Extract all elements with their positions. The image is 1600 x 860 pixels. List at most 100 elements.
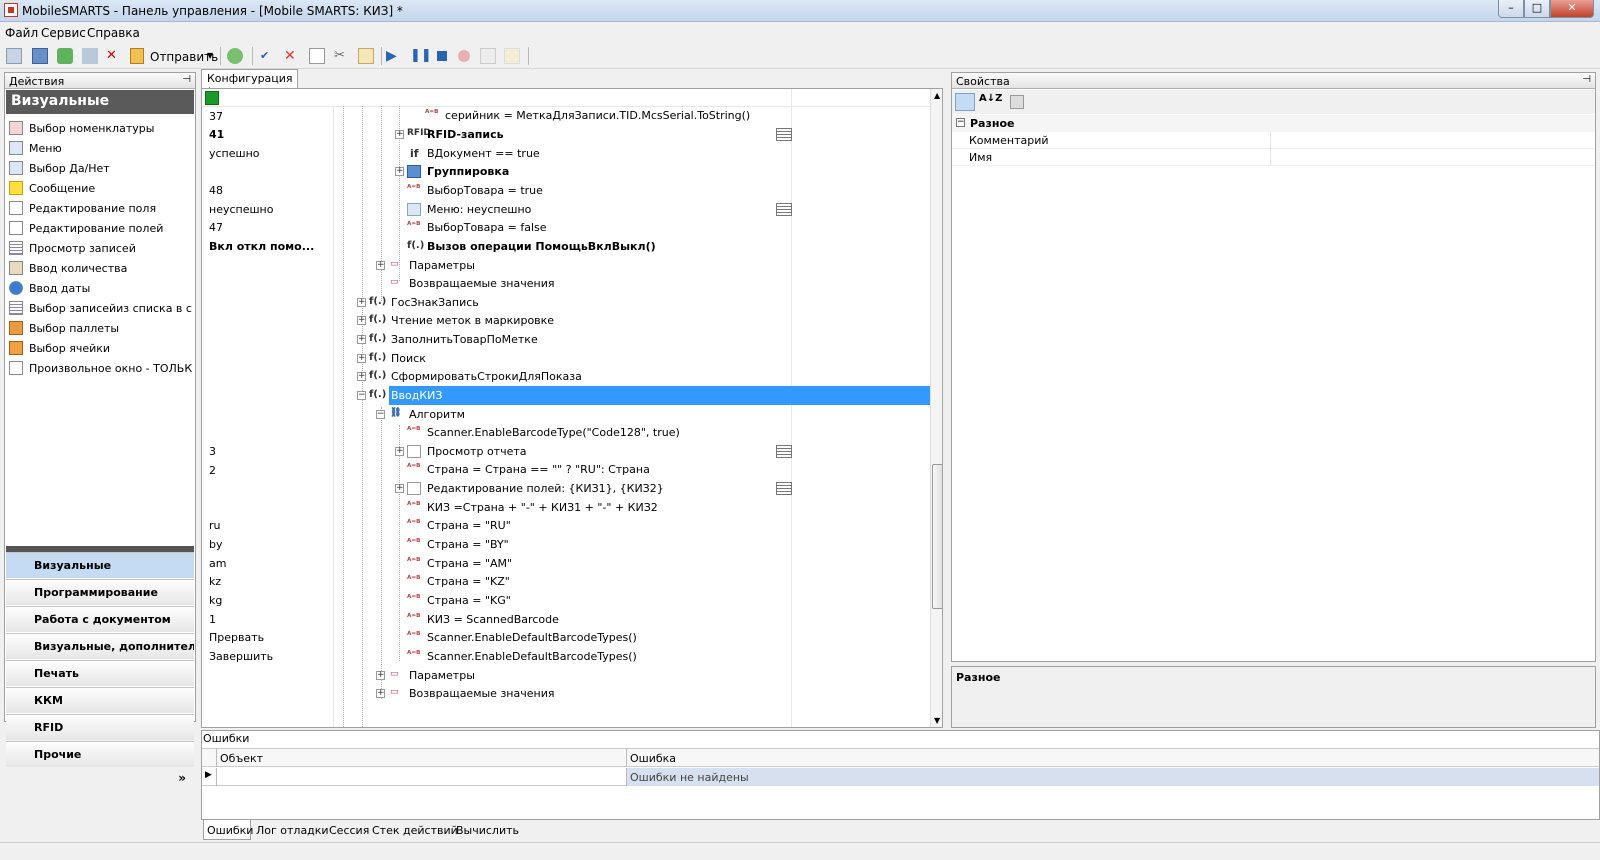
tree-node[interactable]: if ВДокумент == true: [202, 144, 942, 163]
tree-node[interactable]: ᴬ⁼ᴮ КИЗ = ScannedBarcode: [202, 610, 942, 629]
categorized-icon[interactable]: [955, 93, 975, 111]
category-visual[interactable]: Визуальные: [6, 552, 194, 578]
action-item[interactable]: Просмотр записей: [9, 239, 193, 258]
tree-node[interactable]: + f(.) СформироватьСтрокиДляПоказа: [202, 367, 942, 386]
expand-icon[interactable]: +: [376, 671, 385, 680]
action-item[interactable]: Выбор записейиз списка в сп...: [9, 299, 193, 318]
tree-node[interactable]: ᴬ⁼ᴮ Страна = "BY": [202, 535, 942, 554]
collapse-icon[interactable]: −: [956, 118, 965, 127]
more-categories-button[interactable]: »: [6, 771, 194, 791]
refresh-icon[interactable]: [57, 48, 73, 64]
paste-icon[interactable]: [358, 48, 374, 64]
table-icon[interactable]: [776, 128, 792, 141]
expand-icon[interactable]: +: [395, 484, 404, 493]
action-item[interactable]: Выбор ячейки: [9, 339, 193, 358]
vertical-scrollbar[interactable]: ▲ ▼: [930, 89, 942, 727]
expand-icon[interactable]: +: [376, 261, 385, 270]
action-item[interactable]: Редактирование полей: [9, 219, 193, 238]
delete-icon[interactable]: ✕: [284, 48, 300, 64]
pin-icon[interactable]: ⊣: [1582, 74, 1591, 85]
collapse-icon[interactable]: −: [357, 391, 366, 400]
expand-icon[interactable]: +: [357, 372, 366, 381]
action-item[interactable]: Ввод количества: [9, 259, 193, 278]
tree-node[interactable]: ᴬ⁼ᴮ Страна = "KG": [202, 591, 942, 610]
category-document[interactable]: Работа с документом: [6, 606, 194, 632]
action-item[interactable]: Ввод даты: [9, 279, 193, 298]
tab-evaluate[interactable]: Вычислить: [456, 824, 519, 837]
tree-node[interactable]: + f(.) Поиск: [202, 349, 942, 368]
category-other[interactable]: Прочие: [6, 741, 194, 767]
expand-icon[interactable]: +: [357, 316, 366, 325]
tree-node[interactable]: + RFID RFID-запись: [202, 125, 942, 144]
save-icon[interactable]: [6, 48, 22, 64]
tree-node[interactable]: ᴬ⁼ᴮ Scanner.EnableDefaultBarcodeTypes(): [202, 647, 942, 666]
column-object[interactable]: Объект: [220, 752, 263, 765]
tab-session[interactable]: Сессия: [329, 824, 369, 837]
action-item[interactable]: Выбор паллеты: [9, 319, 193, 338]
sort-alphabetical-icon[interactable]: A↓Z: [979, 93, 1002, 104]
collapse-icon[interactable]: −: [376, 410, 385, 419]
menu-service[interactable]: Сервис: [41, 26, 86, 40]
scrollbar-thumb[interactable]: [932, 464, 942, 609]
maximize-button[interactable]: □: [1524, 0, 1550, 18]
menu-file[interactable]: Файл: [5, 26, 38, 40]
minimize-button[interactable]: –: [1498, 0, 1524, 18]
tree-node[interactable]: ᴬ⁼ᴮ Страна = "AM": [202, 554, 942, 573]
category-visual-extra[interactable]: Визуальные, дополнительные: [6, 633, 194, 659]
tree-node[interactable]: + Просмотр отчета: [202, 442, 942, 461]
column-error[interactable]: Ошибка: [630, 752, 676, 765]
table-row[interactable]: ▶ Ошибки не найдены: [202, 768, 1599, 786]
table-icon[interactable]: [776, 445, 792, 458]
tree-node[interactable]: ᴬ⁼ᴮ Scanner.EnableBarcodeType("Code128", …: [202, 423, 942, 442]
spell-check-icon[interactable]: ✔: [260, 48, 276, 64]
step-over-icon[interactable]: [504, 48, 520, 64]
connect-icon[interactable]: [227, 48, 243, 64]
tree-node[interactable]: Меню: неуспешно: [202, 200, 942, 219]
property-pages-icon[interactable]: [1010, 95, 1024, 109]
tree-node[interactable]: + f(.) Чтение меток в маркировке: [202, 311, 942, 330]
expand-icon[interactable]: +: [395, 130, 404, 139]
delete-doc-icon[interactable]: ✕: [106, 48, 122, 64]
table-icon[interactable]: [776, 482, 792, 495]
stop-icon[interactable]: [434, 48, 450, 64]
back-icon[interactable]: [205, 91, 219, 105]
scroll-up-icon[interactable]: ▲: [934, 91, 940, 100]
action-item[interactable]: Сообщение: [9, 179, 193, 198]
tree-node[interactable]: + f(.) ГосЗнакЗапись: [202, 293, 942, 312]
tree-node[interactable]: ᴬ⁼ᴮ серийник = МеткаДляЗаписи.TID.McsSeri…: [202, 106, 942, 125]
expand-icon[interactable]: +: [357, 335, 366, 344]
tree-node[interactable]: ᴬ⁼ᴮ Страна = "KZ": [202, 572, 942, 591]
tree-node[interactable]: ▭ Возвращаемые значения: [202, 274, 942, 293]
tree-node[interactable]: + ▭ Возвращаемые значения: [202, 684, 942, 703]
tree-node[interactable]: + ▭ Параметры: [202, 666, 942, 685]
save-all-icon[interactable]: [32, 48, 48, 64]
category-rfid[interactable]: RFID: [6, 714, 194, 740]
scroll-down-icon[interactable]: ▼: [934, 716, 940, 725]
menu-help[interactable]: Справка: [87, 26, 140, 40]
tab-action-stack[interactable]: Стек действий: [372, 824, 458, 837]
action-item[interactable]: Выбор номенклатуры: [9, 119, 193, 138]
breakpoint-icon[interactable]: [456, 48, 472, 64]
tree-node[interactable]: ᴬ⁼ᴮ Страна = Страна == "" ? "RU": Страна: [202, 460, 942, 479]
send-icon[interactable]: [130, 48, 144, 64]
pin-icon[interactable]: ⊣: [182, 74, 191, 85]
category-programming[interactable]: Программирование: [6, 579, 194, 605]
property-row[interactable]: Комментарий: [952, 132, 1595, 149]
tree-node[interactable]: − ⛓ Алгоритм: [202, 405, 942, 424]
pause-icon[interactable]: ❚❚: [410, 48, 432, 64]
table-icon[interactable]: [776, 203, 792, 216]
tree-node-selected[interactable]: − f(.) ВводКИЗ: [202, 386, 942, 405]
tree-node[interactable]: + Группировка: [202, 162, 942, 181]
expand-icon[interactable]: +: [376, 689, 385, 698]
tree-node[interactable]: + Редактирование полей: {КИЗ1}, {КИЗ2}: [202, 479, 942, 498]
action-item[interactable]: Выбор Да/Нет: [9, 159, 193, 178]
expand-icon[interactable]: +: [357, 354, 366, 363]
tree-node[interactable]: ᴬ⁼ᴮ ВыборТовара = false: [202, 218, 942, 237]
tree-node[interactable]: ᴬ⁼ᴮ Scanner.EnableDefaultBarcodeTypes(): [202, 628, 942, 647]
tab-errors[interactable]: Ошибки: [207, 824, 253, 837]
tree-node[interactable]: + ▭ Параметры: [202, 256, 942, 275]
cut-icon[interactable]: ✂: [334, 48, 350, 64]
run-icon[interactable]: ▶: [386, 48, 402, 64]
close-button[interactable]: ✕: [1550, 0, 1594, 18]
tab-configuration[interactable]: Конфигурация *: [201, 69, 298, 98]
